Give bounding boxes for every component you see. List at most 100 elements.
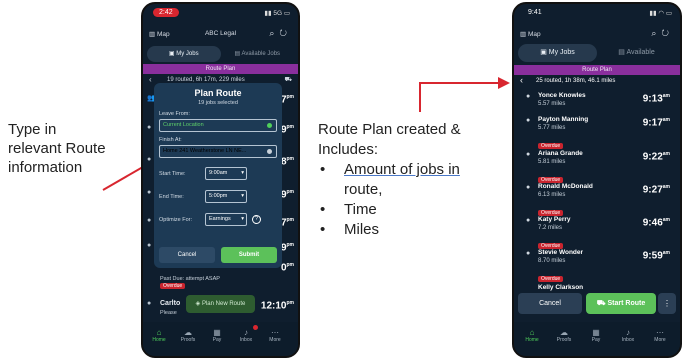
status-network: ▮▮ ◠ ▭	[649, 10, 672, 17]
job-row[interactable]: ● Payton Manning 5.77 miles Overdue 9:17…	[514, 116, 680, 149]
job-row[interactable]: ● Yonce Knowles 5.57 miles 9:13am	[514, 92, 680, 118]
back-arrow-icon[interactable]: ‹	[520, 75, 523, 85]
overdue-badge: Overdue	[160, 283, 186, 289]
job-time: 9:27am	[642, 184, 670, 196]
tab-my-jobs[interactable]: ▣ My Jobs	[518, 44, 597, 62]
help-icon[interactable]: ?	[252, 215, 261, 224]
past-due-text: Past Due: attempt ASAP	[160, 276, 220, 282]
bullet-item: Time	[318, 200, 461, 220]
row-time: 7pm	[280, 94, 294, 106]
home-icon: ⌂	[156, 328, 162, 337]
nav-more[interactable]: ⋯ More	[646, 328, 674, 343]
plan-new-route-button[interactable]: ◈ Plan New Route	[186, 295, 255, 313]
tab-available-jobs[interactable]: ▤ Available Jobs	[221, 46, 295, 62]
back-arrow-icon[interactable]: ‹	[149, 75, 152, 84]
refresh-icon[interactable]: ↻	[279, 28, 292, 38]
job-note: Please	[160, 310, 177, 316]
job-row[interactable]: ● Ariana Grande 5.81 miles Overdue 9:22a…	[514, 150, 680, 183]
start-time-select[interactable]: 9:00am	[205, 167, 247, 180]
start-route-button[interactable]: ⛟ Start Route	[586, 293, 656, 314]
status-bar: 9:41 ▮▮ ◠ ▭	[514, 4, 680, 22]
route-actions: Cancel ⛟ Start Route ⋮	[518, 293, 676, 314]
person-icon: ●	[147, 242, 152, 249]
person-icon: ●	[147, 300, 152, 307]
app-bar: ▥ Map ABC Legal ⌕↻	[143, 24, 298, 44]
row-time: 8pm	[280, 156, 294, 168]
map-button[interactable]: ▥ Map	[520, 30, 541, 38]
job-name: Katy Perry	[538, 216, 571, 223]
pay-icon: ▦	[592, 328, 600, 337]
row-time: 12:10pm	[260, 300, 294, 312]
end-time-label: End Time:	[159, 193, 184, 200]
job-row[interactable]: ● Stevie Wonder 8.70 miles Overdue 9:59a…	[514, 249, 680, 282]
row-time: 9pm	[280, 189, 294, 201]
job-miles: 5.81 miles	[538, 159, 566, 165]
start-time-label: Start Time:	[159, 170, 186, 177]
home-icon: ⌂	[529, 328, 535, 337]
bell-icon: ♪	[626, 328, 630, 337]
pay-icon: ▦	[213, 328, 221, 337]
person-icon: ●	[526, 151, 531, 158]
inbox-badge	[253, 325, 258, 330]
end-time-select[interactable]: 5:00pm	[205, 190, 247, 203]
tab-available[interactable]: ▤ Available	[597, 44, 676, 62]
jobs-selected-count: 19 jobs selected	[198, 100, 238, 106]
person-icon: ●	[147, 124, 152, 131]
overdue-badge: Overdue	[538, 143, 564, 149]
route-summary: 25 routed, 1h 38m, 46.1 miles	[536, 78, 616, 84]
search-icon[interactable]: ⌕	[651, 28, 661, 38]
right-caption: Route Plan created & Includes: Amount of…	[318, 120, 461, 240]
person-icon: ●	[526, 184, 531, 191]
radio-selected-icon	[267, 123, 272, 128]
person-icon: ●	[526, 93, 531, 100]
job-row[interactable]: ● Katy Perry 7.2 miles Overdue 9:46am	[514, 216, 680, 249]
refresh-icon[interactable]: ↻	[661, 28, 674, 38]
status-network: ▮▮ 5G ▭	[264, 10, 290, 17]
job-miles: 6.13 miles	[538, 192, 566, 198]
more-options-button[interactable]: ⋮	[658, 293, 676, 314]
route-plan-bar: Route Plan	[143, 64, 298, 74]
job-name: Ariana Grande	[538, 150, 583, 157]
app-bar: ▥ Map ⌕↻	[514, 24, 680, 44]
cancel-button[interactable]: Cancel	[159, 247, 215, 263]
row-time: 0pm	[280, 262, 294, 274]
app-bar-icons: ⌕↻	[651, 28, 674, 39]
route-plan-bar: Route Plan	[514, 65, 680, 75]
job-row-partial[interactable]: Kelly Clarkson	[514, 284, 680, 292]
cancel-button[interactable]: Cancel	[518, 293, 582, 314]
phone-route-plan: 9:41 ▮▮ ◠ ▭ ▥ Map ⌕↻ ▣ My Jobs ▤ Availab…	[512, 2, 682, 358]
search-icon[interactable]: ⌕	[269, 28, 279, 38]
tab-my-jobs[interactable]: ▣ My Jobs	[147, 46, 221, 62]
job-name: Kelly Clarkson	[538, 284, 584, 291]
leave-from-field[interactable]: Current Location	[159, 119, 277, 132]
nav-pay[interactable]: ▦ Pay	[582, 328, 610, 343]
job-time: 9:59am	[642, 250, 670, 262]
finish-at-field[interactable]: Home 241 Weatherstone LN NE...	[159, 145, 277, 158]
nav-home[interactable]: ⌂ Home	[145, 328, 173, 343]
nav-proofs[interactable]: ☁ Proofs	[550, 328, 578, 343]
arrow-to-route-summary	[419, 77, 510, 112]
nav-pay[interactable]: ▦ Pay	[203, 328, 231, 343]
nav-proofs[interactable]: ☁ Proofs	[174, 328, 202, 343]
end-time-row: End Time: 5:00pm	[159, 190, 277, 203]
job-miles: 5.57 miles	[538, 101, 566, 107]
proofs-icon: ☁	[184, 328, 192, 337]
jobs-toggle: ▣ My Jobs ▤ Available	[518, 44, 676, 62]
submit-button[interactable]: Submit	[221, 247, 277, 263]
radio-icon	[267, 149, 272, 154]
job-row[interactable]: ● Ronald McDonald 6.13 miles Overdue 9:2…	[514, 183, 680, 216]
nav-home[interactable]: ⌂ Home	[518, 328, 546, 343]
bullet-text: Miles	[344, 221, 380, 238]
bullet-item: Amount of jobs in	[318, 160, 461, 180]
row-time: 9pm	[280, 124, 294, 136]
caption-line: Route Plan created &	[318, 121, 461, 138]
more-icon: ⋯	[271, 328, 279, 337]
nav-inbox[interactable]: ♪ Inbox	[614, 328, 642, 343]
optimize-select[interactable]: Earnings	[205, 213, 247, 226]
bottom-nav: ⌂ Home ☁ Proofs ▦ Pay ♪ Inbox ⋯ More	[514, 322, 680, 356]
status-time: 2:42	[153, 8, 179, 17]
nav-more[interactable]: ⋯ More	[261, 328, 289, 343]
job-name: Carlto	[160, 300, 181, 307]
bullet-item: Miles	[318, 220, 461, 240]
nav-inbox[interactable]: ♪ Inbox	[232, 328, 260, 343]
